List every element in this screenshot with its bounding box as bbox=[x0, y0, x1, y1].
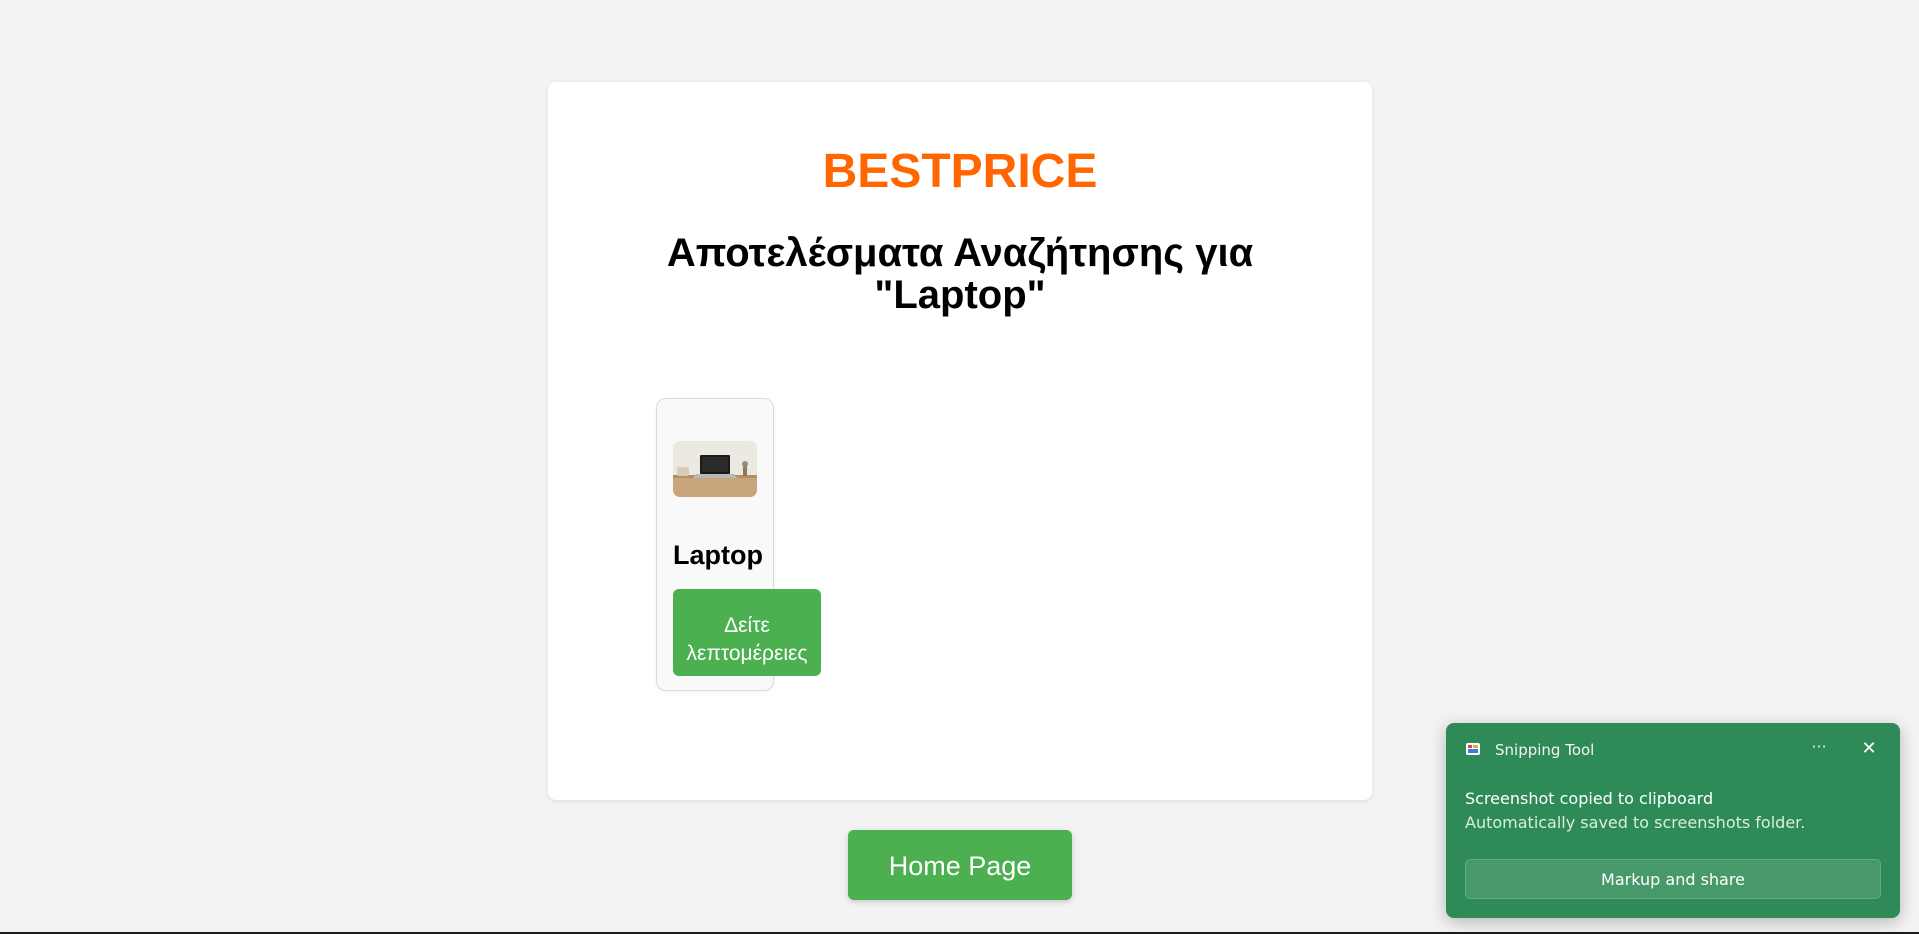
close-icon[interactable]: ✕ bbox=[1854, 735, 1884, 763]
notification-heading: Screenshot copied to clipboard bbox=[1465, 789, 1714, 808]
markup-and-share-button[interactable]: Markup and share bbox=[1465, 859, 1881, 899]
view-details-label-line2: λεπτομέρειες bbox=[686, 641, 808, 665]
snipping-tool-notification[interactable]: Snipping Tool ··· ✕ Screenshot copied to… bbox=[1446, 723, 1900, 918]
product-name[interactable]: Laptop bbox=[673, 539, 763, 571]
notification-app-name: Snipping Tool bbox=[1495, 741, 1595, 759]
search-results-card: BESTPRICE Αποτελέσματα Αναζήτησης για "L… bbox=[548, 82, 1372, 800]
view-details-button[interactable]: Δείτε λεπτομέρειες bbox=[673, 589, 821, 676]
notification-body: Automatically saved to screenshots folde… bbox=[1465, 813, 1806, 832]
view-details-label-line1: Δείτε bbox=[724, 613, 770, 637]
laptop-photo-icon bbox=[673, 441, 757, 497]
snipping-tool-icon bbox=[1466, 743, 1480, 755]
home-page-button[interactable]: Home Page bbox=[848, 830, 1072, 900]
brand-logo-text[interactable]: BESTPRICE bbox=[548, 144, 1372, 200]
laptop-image[interactable] bbox=[673, 441, 757, 497]
search-results-title: Αποτελέσματα Αναζήτησης για "Laptop" bbox=[666, 231, 1254, 317]
product-card: Laptop Δείτε λεπτομέρειες bbox=[656, 398, 821, 691]
more-options-icon[interactable]: ··· bbox=[1804, 735, 1834, 763]
